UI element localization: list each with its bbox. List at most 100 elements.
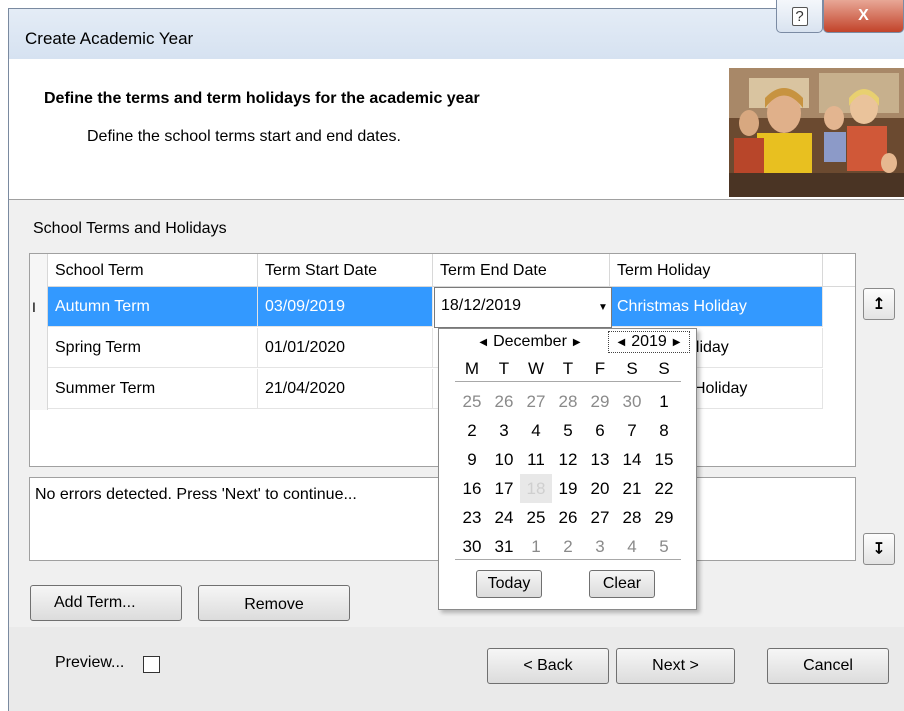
calendar-day[interactable]: 5 xyxy=(648,532,680,561)
today-button[interactable]: Today xyxy=(476,570,542,598)
row-header[interactable]: I xyxy=(30,287,48,328)
calendar-day[interactable]: 5 xyxy=(552,416,584,445)
calendar-day[interactable]: 10 xyxy=(488,445,520,474)
help-icon: ? xyxy=(791,6,808,26)
calendar-day[interactable]: 9 xyxy=(456,445,488,474)
calendar-day[interactable]: 27 xyxy=(584,503,616,532)
calendar-day[interactable]: 2 xyxy=(456,416,488,445)
chevron-down-icon: ▼ xyxy=(598,302,608,313)
calendar-day[interactable]: 1 xyxy=(648,387,680,416)
help-button[interactable]: ? xyxy=(776,0,823,33)
calendar-day[interactable]: 3 xyxy=(488,416,520,445)
weekday-label: S xyxy=(626,359,638,378)
calendar-day[interactable]: 14 xyxy=(616,445,648,474)
back-button[interactable]: < Back xyxy=(487,648,609,684)
calendar-day[interactable]: 29 xyxy=(584,387,616,416)
close-button[interactable]: X xyxy=(823,0,904,33)
calendar-day[interactable]: 26 xyxy=(488,387,520,416)
close-icon: X xyxy=(858,7,869,24)
cell-school-term[interactable]: Summer Term xyxy=(48,369,258,409)
calendar-day[interactable]: 13 xyxy=(584,445,616,474)
section-label: School Terms and Holidays xyxy=(33,220,227,237)
calendar-day[interactable]: 20 xyxy=(584,474,616,503)
clear-button[interactable]: Clear xyxy=(589,570,655,598)
calendar-day[interactable]: 28 xyxy=(616,503,648,532)
end-date-input-value[interactable]: 18/12/2019 xyxy=(441,297,521,315)
cell-start-date[interactable]: 21/04/2020 xyxy=(258,369,433,409)
calendar-day[interactable]: 21 xyxy=(616,474,648,503)
column-header-start-date[interactable]: Term Start Date xyxy=(258,254,433,287)
calendar-day[interactable]: 4 xyxy=(616,532,648,561)
weekday-label: T xyxy=(498,359,510,378)
add-term-button[interactable]: Add Term... xyxy=(30,585,182,621)
calendar-day[interactable]: 30 xyxy=(456,532,488,561)
calendar-day[interactable]: 17 xyxy=(488,474,520,503)
calendar-day[interactable]: 15 xyxy=(648,445,680,474)
move-down-button[interactable]: ↧ xyxy=(863,533,895,565)
calendar-day[interactable]: 8 xyxy=(648,416,680,445)
weekday-label: F xyxy=(594,359,606,378)
weekday-label: W xyxy=(527,359,545,378)
calendar-day[interactable]: 7 xyxy=(616,416,648,445)
header-subtitle: Define the school terms start and end da… xyxy=(87,128,401,145)
calendar-day[interactable]: 19 xyxy=(552,474,584,503)
date-dropdown-button[interactable]: ▼ xyxy=(596,290,610,325)
calendar-day[interactable]: 31 xyxy=(488,532,520,561)
move-up-button[interactable]: ↥ xyxy=(863,288,895,320)
calendar-day[interactable]: 22 xyxy=(648,474,680,503)
calendar-day[interactable]: 25 xyxy=(456,387,488,416)
window-title: Create Academic Year xyxy=(25,29,194,48)
classroom-photo-image xyxy=(729,68,904,197)
calendar-day[interactable]: 6 xyxy=(584,416,616,445)
prev-month-icon[interactable]: ◀ xyxy=(479,337,487,348)
cell-school-term[interactable]: Spring Term xyxy=(48,328,258,368)
calendar-day[interactable]: 12 xyxy=(552,445,584,474)
cell-start-date[interactable]: 03/09/2019 xyxy=(258,287,433,327)
weekday-label: T xyxy=(562,359,574,378)
calendar-day[interactable]: 29 xyxy=(648,503,680,532)
cell-school-term[interactable]: Autumn Term xyxy=(48,287,258,327)
next-button[interactable]: Next > xyxy=(616,648,735,684)
calendar-day[interactable]: 2 xyxy=(552,532,584,561)
grid-corner xyxy=(30,254,48,287)
cell-start-date[interactable]: 01/01/2020 xyxy=(258,328,433,368)
year-label: 2019 xyxy=(631,333,667,350)
calendar-day[interactable]: 1 xyxy=(520,532,552,561)
calendar-day[interactable]: 26 xyxy=(552,503,584,532)
row-header[interactable] xyxy=(30,328,48,369)
calendar-day[interactable]: 16 xyxy=(456,474,488,503)
weekday-label: M xyxy=(464,359,480,378)
cancel-button[interactable]: Cancel xyxy=(767,648,889,684)
next-year-icon[interactable]: ▶ xyxy=(673,337,681,348)
month-label: December xyxy=(493,333,567,350)
calendar-day[interactable]: 24 xyxy=(488,503,520,532)
calendar-day[interactable]: 18 xyxy=(520,474,552,503)
month-selector[interactable]: ◀ December ▶ xyxy=(456,331,604,353)
column-header-end-date[interactable]: Term End Date xyxy=(433,254,610,287)
header-title: Define the terms and term holidays for t… xyxy=(44,90,480,107)
calendar-day[interactable]: 3 xyxy=(584,532,616,561)
calendar-day[interactable]: 30 xyxy=(616,387,648,416)
weekday-label: S xyxy=(658,359,670,378)
calendar-divider xyxy=(455,559,681,560)
cell-term-holiday[interactable]: Christmas Holiday xyxy=(610,287,823,327)
calendar-divider xyxy=(455,381,681,382)
column-header-term-holiday[interactable]: Term Holiday xyxy=(610,254,823,287)
arrow-down-icon: ↧ xyxy=(872,541,886,558)
year-selector[interactable]: ◀ 2019 ▶ xyxy=(608,331,690,353)
remove-button[interactable]: Remove xyxy=(198,585,350,621)
calendar-day[interactable]: 4 xyxy=(520,416,552,445)
calendar-day[interactable]: 25 xyxy=(520,503,552,532)
preview-label: Preview... xyxy=(55,654,125,671)
row-header[interactable] xyxy=(30,369,48,410)
calendar-day[interactable]: 23 xyxy=(456,503,488,532)
next-month-icon[interactable]: ▶ xyxy=(573,337,581,348)
weekday-header: M T W T F S S xyxy=(456,357,680,381)
calendar-day[interactable]: 11 xyxy=(520,445,552,474)
classroom-photo xyxy=(729,68,904,197)
prev-year-icon[interactable]: ◀ xyxy=(618,337,626,348)
preview-checkbox[interactable] xyxy=(143,656,160,673)
calendar-day[interactable]: 27 xyxy=(520,387,552,416)
column-header-school-term[interactable]: School Term xyxy=(48,254,258,287)
calendar-day[interactable]: 28 xyxy=(552,387,584,416)
